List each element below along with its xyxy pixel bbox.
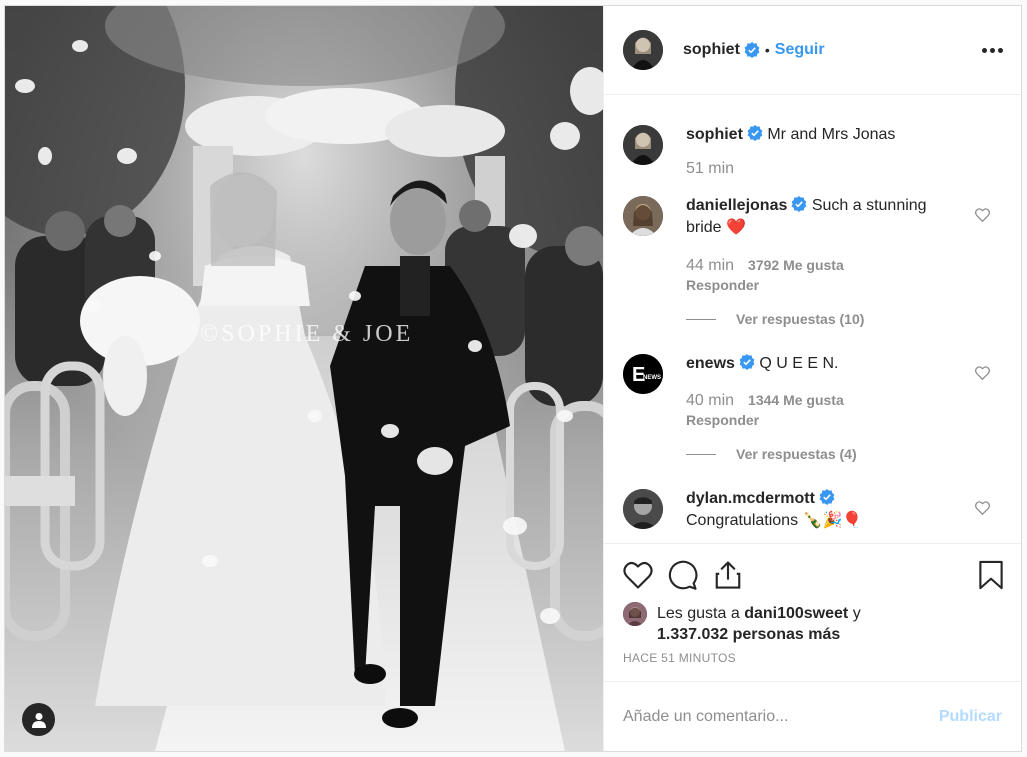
red-heart-emoji: ❤️ (726, 219, 746, 236)
comment-item: dylan.mcdermott Congratulations 🍾🎉🎈 (623, 489, 1002, 543)
comment-likes[interactable]: 1344 Me gusta (748, 392, 844, 408)
likes-connector: y (852, 605, 861, 622)
instagram-post: ©SOPHIE & JOE sophiet • Seguir sophiet M… (4, 5, 1022, 752)
comment-like-heart-icon[interactable] (975, 366, 990, 380)
likes-text: Les gusta a dani100sweet y 1.337.032 per… (657, 603, 861, 645)
header-separator: • (764, 42, 770, 58)
commenter-avatar[interactable]: E NEWS (623, 354, 663, 394)
liker-avatar[interactable] (623, 602, 647, 626)
publish-button[interactable]: Publicar (939, 708, 1002, 726)
likes-prefix: Les gusta a (657, 605, 740, 622)
reply-button[interactable]: Responder (686, 277, 960, 293)
comment-username[interactable]: dylan.mcdermott (686, 490, 815, 507)
user-tag-icon (31, 712, 46, 728)
view-replies-button[interactable]: Ver respuestas (4) (686, 446, 960, 462)
verified-badge-icon (744, 42, 760, 58)
view-replies-button[interactable]: Ver respuestas (10) (686, 311, 960, 327)
comment-username[interactable]: enews (686, 355, 735, 372)
post-sidebar: sophiet • Seguir sophiet Mr and Mrs Jona… (603, 6, 1021, 751)
comment-time[interactable]: 40 min (686, 392, 734, 410)
post-header: sophiet • Seguir (604, 6, 1021, 95)
likes-summary: Les gusta a dani100sweet y 1.337.032 per… (623, 602, 1004, 645)
caption-username[interactable]: sophiet (686, 126, 743, 143)
share-icon[interactable] (713, 560, 743, 590)
user-tag-button[interactable] (22, 703, 55, 736)
verified-badge-icon (819, 489, 835, 505)
comment-like-heart-icon[interactable] (975, 501, 990, 515)
post-caption: sophiet Mr and Mrs Jonas 51 min (623, 125, 1002, 196)
reply-button[interactable]: Responder (686, 412, 960, 428)
svg-text:NEWS: NEWS (643, 375, 661, 381)
comment-likes[interactable]: 3792 Me gusta (748, 257, 844, 273)
heart-icon[interactable] (623, 561, 653, 589)
likes-count[interactable]: 1.337.032 personas más (657, 626, 840, 643)
commenter-avatar[interactable] (623, 196, 663, 236)
more-options-icon[interactable] (982, 42, 1003, 59)
comment-input[interactable] (623, 707, 939, 726)
add-comment-bar: Publicar (604, 681, 1021, 751)
comment-username[interactable]: daniellejonas (686, 197, 787, 214)
comment-item: daniellejonas Such a stunning bride ❤️ 4… (623, 196, 1002, 354)
celebration-emoji: 🍾🎉🎈 (802, 512, 863, 529)
comment-text: Q U E E N. (759, 355, 839, 372)
comment-text: Congratulations (686, 512, 799, 529)
caption-time[interactable]: 51 min (686, 160, 734, 178)
verified-badge-icon (791, 196, 807, 212)
liker-username[interactable]: dani100sweet (744, 605, 848, 622)
comments-list[interactable]: sophiet Mr and Mrs Jonas 51 min danielle… (604, 95, 1021, 543)
commenter-avatar[interactable] (623, 489, 663, 529)
verified-badge-icon (739, 354, 755, 370)
replies-line (686, 453, 716, 455)
comment-item: E NEWS enews Q U E E N. 40 min 1344 Me gus… (623, 354, 1002, 489)
comment-like-heart-icon[interactable] (975, 208, 990, 222)
comment-icon[interactable] (668, 560, 698, 590)
view-replies-label: Ver respuestas (4) (736, 446, 857, 462)
verified-badge-icon (747, 125, 763, 141)
post-photo[interactable]: ©SOPHIE & JOE (5, 6, 603, 751)
view-replies-label: Ver respuestas (10) (736, 311, 865, 327)
replies-line (686, 318, 716, 320)
caption-text: Mr and Mrs Jonas (767, 126, 896, 143)
caption-avatar[interactable] (623, 125, 663, 165)
comment-time[interactable]: 44 min (686, 257, 734, 275)
bookmark-icon[interactable] (978, 560, 1004, 590)
author-avatar[interactable] (623, 30, 663, 70)
follow-button[interactable]: Seguir (775, 41, 825, 59)
wedding-photo (5, 6, 603, 751)
post-actions: Les gusta a dani100sweet y 1.337.032 per… (604, 543, 1021, 681)
photo-watermark: ©SOPHIE & JOE (200, 321, 414, 347)
author-username[interactable]: sophiet (683, 41, 740, 59)
post-timestamp[interactable]: HACE 51 MINUTOS (623, 651, 1004, 665)
